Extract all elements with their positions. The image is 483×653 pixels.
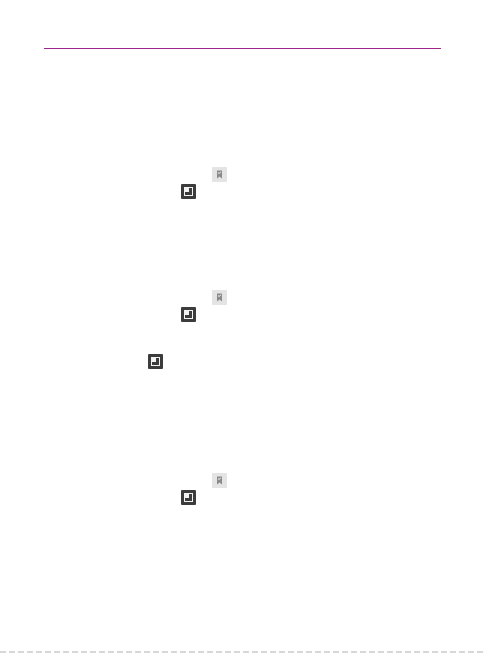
new-window-icon: [181, 307, 196, 322]
bookmark-icon: [212, 167, 227, 182]
bookmark-icon: [212, 473, 227, 488]
new-window-icon: [181, 184, 196, 199]
new-window-icon: [181, 490, 196, 505]
bookmark-icon: [212, 290, 227, 305]
header-divider: [44, 48, 441, 49]
new-window-icon: [148, 354, 163, 369]
